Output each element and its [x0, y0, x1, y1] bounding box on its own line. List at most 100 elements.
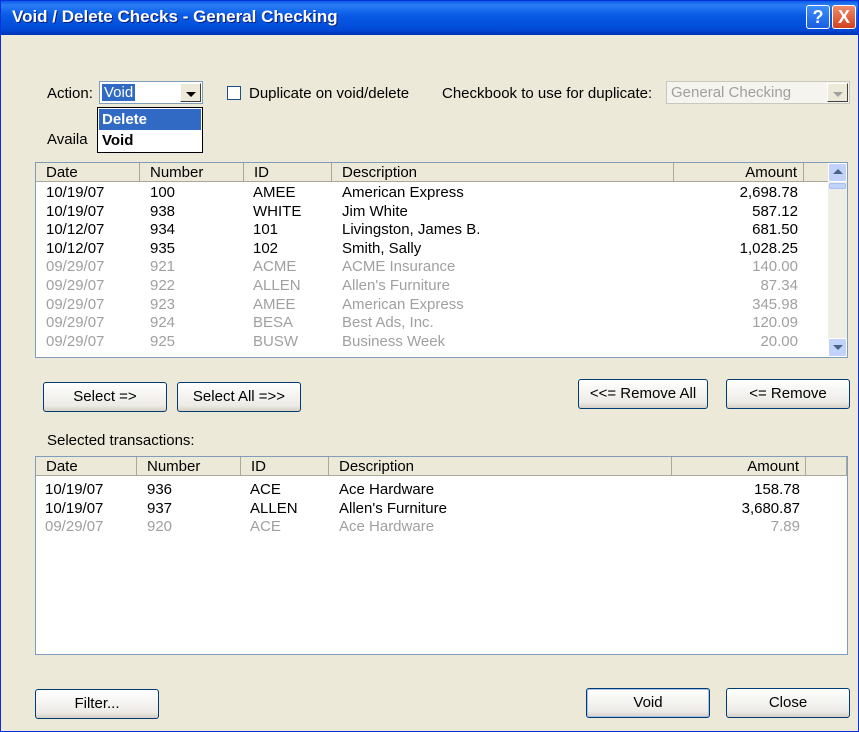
available-transactions-list[interactable]: Date Number ID Description Amount 10/19/… [35, 162, 848, 358]
table-row[interactable]: 10/12/07 935 102 Smith, Sally 1,028.25 [36, 240, 816, 258]
cell-id: BUSW [253, 332, 298, 350]
table-row[interactable]: 09/29/07 924 BESA Best Ads, Inc. 120.09 [36, 314, 816, 332]
action-select[interactable]: Void [99, 81, 203, 104]
remove-all-button[interactable]: <<= Remove All [578, 379, 708, 409]
cell-amount: 681.50 [752, 221, 798, 239]
checkbook-select-value: General Checking [671, 84, 792, 101]
table-row[interactable]: 09/29/07 921 ACME ACME Insurance 140.00 [36, 258, 816, 276]
selected-transactions-list[interactable]: Date Number ID Description Amount 10/19/… [35, 456, 848, 655]
duplicate-checkbox[interactable] [227, 86, 241, 100]
available-scrollbar[interactable] [828, 163, 847, 357]
cell-id: 102 [253, 239, 279, 257]
select-all-button[interactable]: Select All =>> [177, 382, 301, 412]
cell-description: American Express [342, 295, 464, 313]
column-header-number[interactable]: Number [140, 163, 244, 182]
cell-amount: 587.12 [752, 202, 798, 220]
cell-description: ACME Insurance [342, 258, 456, 276]
cell-date: 10/19/07 [45, 499, 104, 517]
cell-description: Business Week [342, 332, 446, 350]
column-header-description[interactable]: Description [332, 163, 674, 182]
chevron-down-icon[interactable] [180, 83, 201, 102]
scroll-down-icon[interactable] [828, 338, 847, 357]
scroll-thumb[interactable] [829, 183, 846, 189]
scroll-up-icon[interactable] [828, 163, 847, 182]
cell-description: Ace Hardware [339, 481, 435, 498]
column-header-date[interactable]: Date [36, 163, 140, 182]
cell-amount: 120.09 [752, 314, 798, 332]
cell-number: 934 [150, 221, 176, 239]
cell-amount: 3,680.87 [741, 499, 800, 517]
checkbook-select[interactable]: General Checking [666, 81, 850, 104]
cell-id: ALLEN [253, 277, 301, 294]
cell-amount: 1,028.25 [739, 239, 798, 257]
column-header-id[interactable]: ID [244, 163, 332, 182]
cell-amount: 20.00 [760, 332, 798, 350]
action-label: Action: [47, 85, 93, 102]
column-header-date[interactable]: Date [36, 457, 137, 476]
cell-date: 09/29/07 [45, 518, 104, 536]
table-row[interactable]: 09/29/07 925 BUSW Business Week 20.00 [36, 333, 816, 351]
column-header-filler [806, 457, 847, 476]
cell-number: 936 [147, 481, 173, 498]
table-row[interactable]: 09/29/07 920 ACE Ace Hardware 7.89 [36, 518, 816, 536]
duplicate-label: Duplicate on void/delete [249, 85, 410, 102]
column-header-amount[interactable]: Amount [674, 163, 804, 182]
column-header-id[interactable]: ID [241, 457, 329, 476]
close-button[interactable]: Close [726, 688, 850, 718]
cell-number: 938 [150, 202, 176, 220]
table-row[interactable]: 10/19/07 100 AMEE American Express 2,698.78 [36, 184, 816, 202]
cell-description: Best Ads, Inc. [342, 314, 434, 332]
cell-amount: 345.98 [752, 295, 798, 313]
cell-date: 09/29/07 [46, 277, 105, 294]
cell-number: 935 [150, 239, 176, 257]
action-dropdown-list: Delete Void [97, 107, 203, 153]
action-select-value: Void [102, 84, 136, 101]
cell-number: 924 [150, 314, 176, 332]
close-window-button[interactable]: X [832, 5, 856, 29]
cell-id: ACME [253, 258, 297, 276]
help-icon: ? [812, 7, 824, 27]
checkbook-label: Checkbook to use for duplicate: [442, 85, 653, 102]
void-button[interactable]: Void [586, 688, 710, 718]
window-title: Void / Delete Checks - General Checking [12, 7, 338, 26]
cell-date: 09/29/07 [46, 295, 105, 313]
close-icon: X [837, 7, 850, 27]
cell-description: Allen's Furniture [339, 499, 447, 517]
cell-number: 100 [150, 184, 176, 201]
cell-description: Ace Hardware [339, 518, 435, 536]
cell-date: 09/29/07 [46, 314, 105, 332]
selected-transactions-label: Selected transactions: [47, 432, 195, 449]
cell-date: 09/29/07 [46, 258, 105, 276]
help-button[interactable]: ? [806, 5, 830, 29]
column-header-number[interactable]: Number [137, 457, 241, 476]
chevron-down-icon[interactable] [827, 83, 848, 102]
column-header-description[interactable]: Description [329, 457, 672, 476]
dropdown-option-void[interactable]: Void [99, 130, 201, 151]
cell-amount: 140.00 [752, 258, 798, 276]
cell-number: 921 [150, 258, 176, 276]
select-button[interactable]: Select => [43, 382, 167, 412]
cell-description: Allen's Furniture [342, 277, 450, 294]
table-row[interactable]: 10/19/07 937 ALLEN Allen's Furniture 3,680.8… [36, 500, 816, 518]
cell-number: 925 [150, 332, 176, 350]
remove-button[interactable]: <= Remove [726, 379, 850, 409]
table-row[interactable]: 09/29/07 923 AMEE American Express 345.98 [36, 296, 816, 314]
cell-date: 10/12/07 [46, 221, 105, 239]
table-row[interactable]: 10/19/07 938 WHITE Jim White 587.12 [36, 203, 816, 221]
cell-date: 10/12/07 [46, 239, 105, 257]
table-row[interactable]: 09/29/07 922 ALLEN Allen's Furniture 87.34 [36, 277, 816, 295]
dropdown-option-delete[interactable]: Delete [99, 109, 201, 130]
cell-number: 923 [150, 295, 176, 313]
cell-description: Jim White [342, 202, 408, 220]
filter-button[interactable]: Filter... [35, 689, 159, 719]
table-row[interactable]: 10/12/07 934 101 Livingston, James B. 681.50 [36, 221, 816, 239]
cell-id: AMEE [253, 184, 296, 201]
column-header-amount[interactable]: Amount [672, 457, 806, 476]
title-bar[interactable]: Void / Delete Checks - General Checking … [1, 1, 858, 35]
cell-date: 10/19/07 [46, 202, 105, 220]
table-row[interactable]: 10/19/07 936 ACE Ace Hardware 158.78 [36, 481, 816, 499]
cell-date: 10/19/07 [45, 481, 104, 498]
cell-id: ALLEN [250, 499, 298, 517]
cell-number: 922 [150, 277, 176, 294]
cell-id: ACE [250, 518, 281, 536]
